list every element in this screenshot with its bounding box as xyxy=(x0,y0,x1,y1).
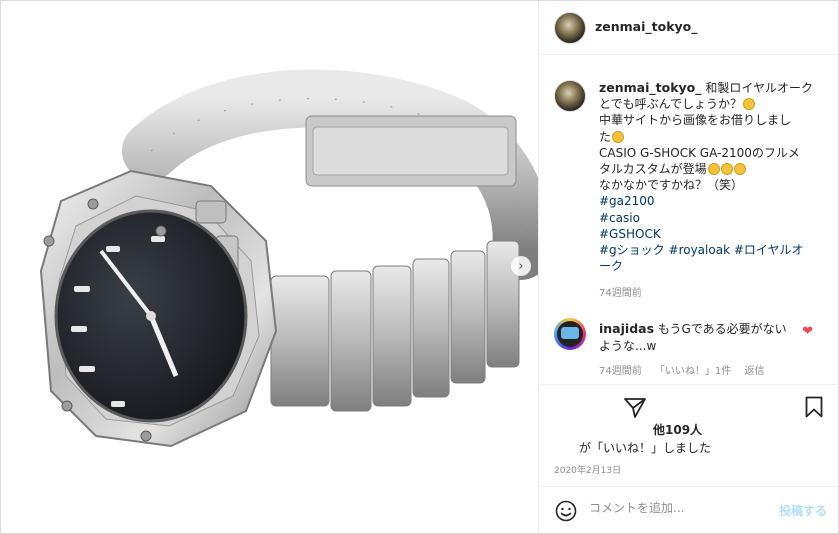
caption-avatar[interactable] xyxy=(554,80,586,112)
paper-plane-icon[interactable] xyxy=(624,398,646,418)
grin-emoji-icon xyxy=(720,163,733,176)
post-details-panel: zenmai_tokyo_ zenmai_tokyo_ 和製ロイヤルオーク とで… xyxy=(538,1,839,533)
commenter-username[interactable]: inajidas xyxy=(599,321,654,336)
post-comment-button[interactable]: 投稿する xyxy=(779,502,827,519)
likes-text: が「いいね！」しました xyxy=(579,441,712,455)
caption-line: なかなかですかね？（笑） xyxy=(599,178,744,193)
caption-line-1-rest: 和製ロイヤルオーク xyxy=(701,81,813,95)
caption-line: とでも呼ぶんでしょうか？ xyxy=(599,96,814,112)
comment-likes[interactable]: 「いいね！」1件 xyxy=(655,366,731,377)
comment-input[interactable] xyxy=(589,501,769,515)
smile-emoji-icon xyxy=(612,130,625,143)
caption-line: CASIO G-SHOCK GA-2100のフルメ xyxy=(599,145,800,160)
likes-summary[interactable]: 他109人 が「いいね！」しました xyxy=(579,421,711,457)
hashtag-casio[interactable]: #casio xyxy=(599,210,814,226)
caption-text: zenmai_tokyo_ 和製ロイヤルオーク とでも呼ぶんでしょうか？ 中華サ… xyxy=(599,80,814,274)
hashtag-royal-oak-jp[interactable]: #ロイヤルオ xyxy=(734,243,804,257)
watch-illustration xyxy=(39,69,538,448)
hashtag-line: #gショック #royaloak #ロイヤルオ xyxy=(599,242,814,258)
comment-time[interactable]: 74週間前 xyxy=(599,366,642,377)
carousel-next-button[interactable]: › xyxy=(511,256,531,276)
hashtag-ga2100[interactable]: #ga2100 xyxy=(599,193,814,209)
author-avatar[interactable] xyxy=(554,12,586,44)
caption-username[interactable]: zenmai_tokyo_ xyxy=(599,80,702,95)
hashtag-gshock[interactable]: #GSHOCK xyxy=(599,226,814,242)
bookmark-icon[interactable] xyxy=(805,396,823,418)
chevron-right-icon: › xyxy=(518,258,524,274)
comment-body-2: ような...w xyxy=(599,338,657,353)
post-image[interactable]: › xyxy=(1,1,538,533)
hashtag-royaloak[interactable]: #royaloak xyxy=(669,243,731,257)
grin-emoji-icon xyxy=(707,163,720,176)
commenter-avatar[interactable] xyxy=(554,318,586,350)
comment-reply-button[interactable]: 返信 xyxy=(744,366,764,377)
comment-body-1: もうGである必要がない xyxy=(657,322,787,336)
author-username[interactable]: zenmai_tokyo_ xyxy=(595,19,698,34)
caption-line: た xyxy=(599,129,814,145)
smile-icon[interactable] xyxy=(555,500,577,522)
caption-time[interactable]: 74週間前 xyxy=(599,284,642,299)
caption-line: タルカスタムが登場 xyxy=(599,161,814,177)
heart-icon[interactable] xyxy=(553,397,605,419)
comment-meta: 74週間前 「いいね！」1件 返信 xyxy=(599,362,774,377)
likes-count[interactable]: 他109人 xyxy=(579,421,711,439)
caption-line: 中華サイトから画像をお借りしまし xyxy=(599,113,792,128)
smile-emoji-icon xyxy=(743,98,756,111)
post-date[interactable]: 2020年2月13日 xyxy=(554,463,621,476)
caption-line: zenmai_tokyo_ 和製ロイヤルオーク xyxy=(599,80,814,96)
comment-text: inajidas もうGである必要がない ような...w xyxy=(599,321,799,354)
caption-line-4: た xyxy=(599,129,612,144)
add-comment-bar: 投稿する xyxy=(539,486,839,533)
grin-emoji-icon xyxy=(733,163,746,176)
caption-line-6: タルカスタムが登場 xyxy=(599,162,707,177)
hashtag-g-shock-jp[interactable]: #gショック xyxy=(599,243,665,257)
comment-heart-icon[interactable]: ❤ xyxy=(802,324,813,339)
hashtag-royal-oak-jp-cont[interactable]: ーク xyxy=(599,258,814,274)
post-header: zenmai_tokyo_ xyxy=(539,1,839,55)
caption-line-2: とでも呼ぶんでしょうか？ xyxy=(599,97,743,112)
